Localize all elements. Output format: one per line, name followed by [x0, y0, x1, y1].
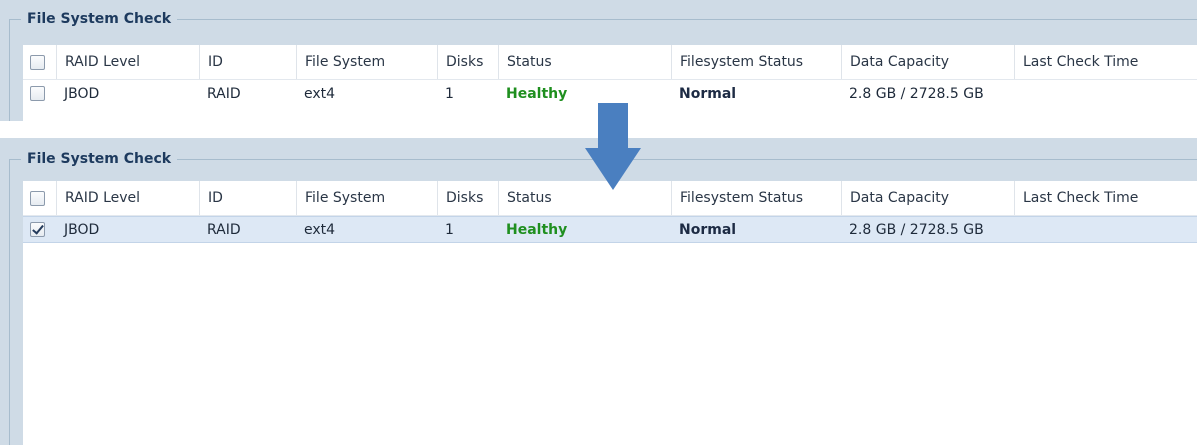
column-header-data-capacity[interactable]: Data Capacity	[841, 181, 1014, 215]
select-all-cell	[23, 181, 56, 215]
cell-disks: 1	[445, 221, 454, 238]
panel-title: File System Check	[21, 10, 178, 28]
column-header-raid-level[interactable]: RAID Level	[56, 181, 199, 215]
file-system-check-fieldset: File System Check RAID Level ID File Sys…	[9, 150, 1197, 445]
cell-filesystem-status: Normal	[679, 85, 737, 102]
cell-disks: 1	[445, 85, 454, 102]
panel-title: File System Check	[21, 150, 178, 168]
column-header-last-check-time[interactable]: Last Check Time	[1014, 181, 1197, 215]
column-header-data-capacity[interactable]: Data Capacity	[841, 45, 1014, 79]
cell-last-check-time	[1014, 80, 1197, 107]
column-header-id[interactable]: ID	[199, 181, 296, 215]
cell-last-check-time	[1014, 217, 1197, 242]
fieldset-border-left	[9, 159, 10, 445]
cell-raid-level: JBOD	[64, 85, 100, 102]
column-header-disks[interactable]: Disks	[437, 45, 498, 79]
row-checkbox[interactable]	[30, 86, 45, 101]
column-header-last-check-time[interactable]: Last Check Time	[1014, 45, 1197, 79]
raid-grid: RAID Level ID File System Disks Status F…	[23, 181, 1197, 445]
row-checkbox-checked[interactable]	[30, 222, 45, 237]
cell-data-capacity: 2.8 GB / 2728.5 GB	[849, 85, 984, 102]
column-header-disks[interactable]: Disks	[437, 181, 498, 215]
select-all-checkbox[interactable]	[30, 190, 45, 206]
row-select-cell	[23, 217, 56, 242]
cell-file-system: ext4	[304, 85, 336, 102]
column-header-raid-level[interactable]: RAID Level	[56, 45, 199, 79]
cell-raid-level: JBOD	[64, 221, 100, 238]
row-select-cell	[23, 80, 56, 107]
cell-file-system: ext4	[304, 221, 336, 238]
fieldset-border-left	[9, 19, 10, 121]
cell-filesystem-status: Normal	[679, 221, 737, 238]
cell-status: Healthy	[506, 221, 568, 238]
column-header-status[interactable]: Status	[498, 45, 671, 79]
fieldset-border-top	[9, 19, 1197, 20]
cell-id: RAID	[207, 85, 241, 102]
column-header-id[interactable]: ID	[199, 45, 296, 79]
column-header-filesystem-status[interactable]: Filesystem Status	[671, 45, 841, 79]
select-all-checkbox[interactable]	[30, 54, 45, 70]
column-header-filesystem-status[interactable]: Filesystem Status	[671, 181, 841, 215]
arrow-down-icon	[585, 103, 641, 190]
table-row-selected[interactable]: JBOD RAID ext4 1 Healthy Normal 2.8 GB /…	[23, 216, 1197, 243]
column-header-file-system[interactable]: File System	[296, 45, 437, 79]
cell-data-capacity: 2.8 GB / 2728.5 GB	[849, 221, 984, 238]
cell-id: RAID	[207, 221, 241, 238]
select-all-cell	[23, 45, 56, 79]
column-header-file-system[interactable]: File System	[296, 181, 437, 215]
grid-header: RAID Level ID File System Disks Status F…	[23, 45, 1197, 80]
